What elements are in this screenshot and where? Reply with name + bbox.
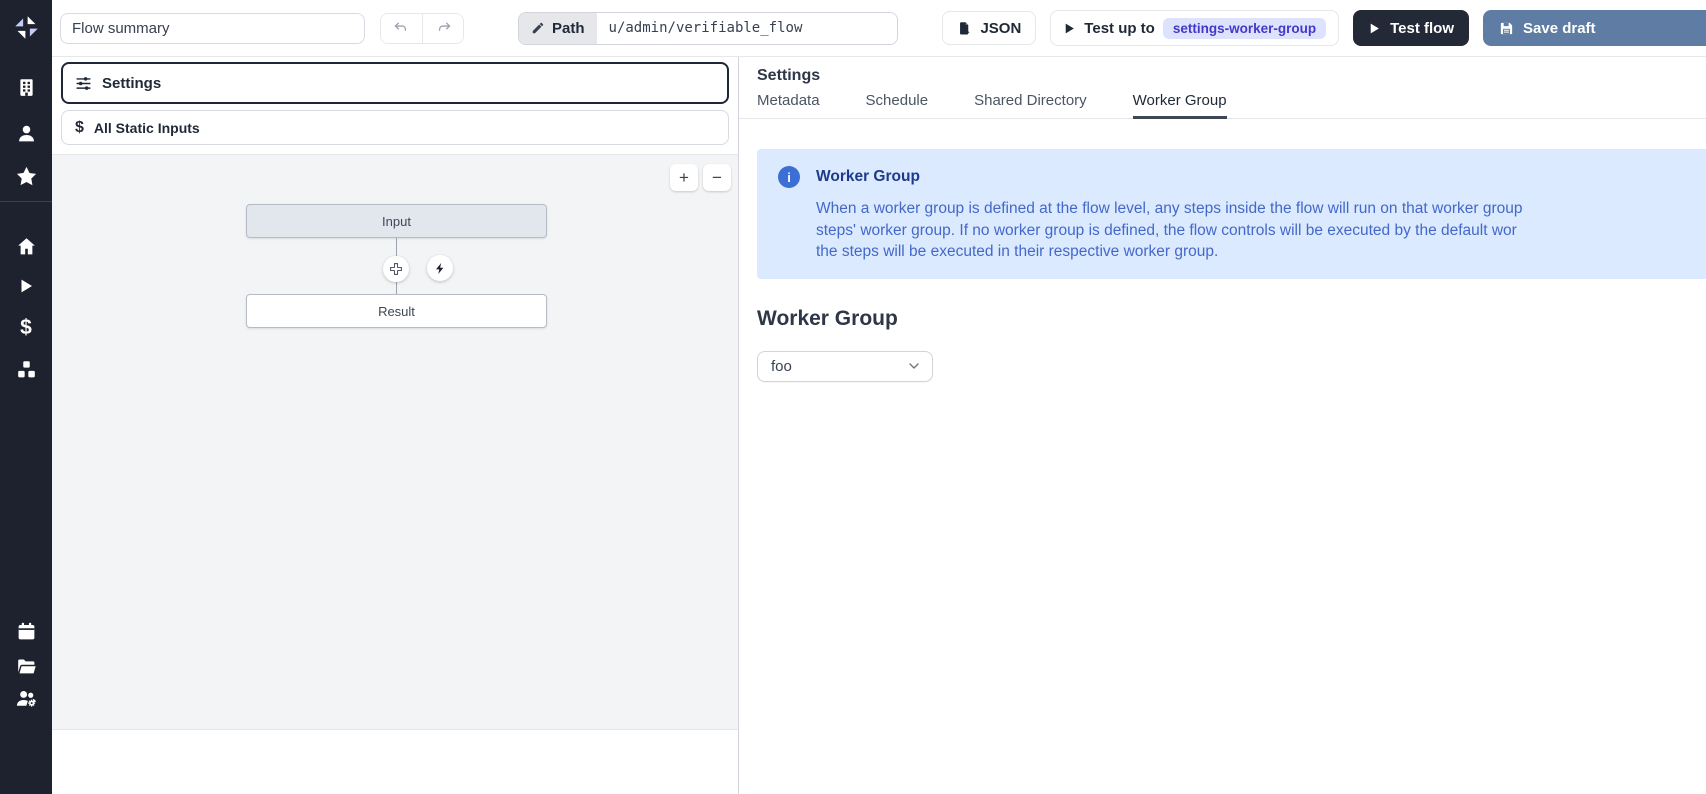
boxes-icon [16,359,37,380]
topbar: Path JSON Test up to [52,0,1706,57]
sidebar-item-user[interactable] [8,118,44,148]
windmill-logo-icon[interactable] [8,12,44,42]
user-icon [16,123,37,144]
save-icon [1499,21,1514,36]
pencil-icon [531,21,545,35]
flow-graph[interactable]: + − Input Result [52,155,738,729]
tab-schedule[interactable]: Schedule [866,92,929,118]
star-icon [15,165,38,188]
test-up-to-button[interactable]: Test up to settings-worker-group [1050,10,1339,46]
flow-panel-header: Settings $ All Static Inputs [52,57,738,155]
all-static-inputs-item[interactable]: $ All Static Inputs [61,110,729,145]
bolt-icon [434,262,447,275]
trigger-button[interactable] [427,255,453,281]
plus-cross-icon [389,262,403,276]
calendar-icon [16,621,37,642]
redo-button[interactable] [422,14,463,43]
tab-worker-group[interactable]: Worker Group [1133,92,1227,118]
sidebar-item-variables[interactable]: $ [8,313,44,343]
flow-settings-item[interactable]: Settings [61,62,729,104]
settings-panel: Settings Metadata Schedule Shared Direct… [738,57,1706,794]
play-icon [1368,22,1381,35]
sliders-icon [75,75,92,92]
tab-metadata[interactable]: Metadata [757,92,820,118]
settings-panel-title: Settings [757,67,1706,85]
sidebar-item-schedules[interactable] [8,616,44,646]
topbar-actions: JSON Test up to settings-worker-group Te… [942,10,1706,46]
flow-panel-footer [52,729,738,794]
test-up-to-label: Test up to [1084,20,1155,37]
worker-group-select-value: foo [771,358,792,375]
sidebar-item-resources[interactable] [8,354,44,384]
zoom-in-button[interactable]: + [670,164,698,191]
sidebar-item-favorites[interactable] [8,161,44,191]
test-flow-label: Test flow [1390,20,1454,37]
info-icon: i [778,166,800,188]
input-node[interactable]: Input [246,204,547,238]
undo-icon [393,20,410,37]
path-input[interactable] [597,13,897,44]
sidebar-item-runs[interactable] [8,271,44,301]
info-content: Worker Group When a worker group is defi… [816,163,1522,263]
dollar-icon: $ [20,316,32,340]
tab-shared-directory[interactable]: Shared Directory [974,92,1087,118]
sidebar-divider [0,201,52,202]
worker-group-info-box: i Worker Group When a worker group is de… [757,149,1706,279]
zoom-out-button[interactable]: − [703,164,731,191]
sidebar-item-folders[interactable] [8,651,44,681]
windmill-logo-glyph [13,14,40,41]
flow-panel: Settings $ All Static Inputs + − Input [52,57,738,794]
play-icon [17,277,35,295]
building-icon [16,77,37,98]
worker-group-badge: settings-worker-group [1163,18,1326,39]
info-text-line: steps' worker group. If no worker group … [816,220,1522,242]
worker-group-select[interactable]: foo [757,351,933,382]
home-icon [16,236,37,257]
play-icon [1063,22,1076,35]
settings-tabs: Metadata Schedule Shared Directory Worke… [739,92,1706,119]
chevron-down-icon [906,358,922,374]
add-step-button[interactable] [383,256,409,282]
redo-icon [435,20,452,37]
sidebar-item-home[interactable] [8,231,44,261]
flow-editor-app: $ [0,0,1706,794]
dollar-icon: $ [75,119,84,137]
json-button[interactable]: JSON [942,11,1036,45]
info-text-line: When a worker group is defined at the fl… [816,198,1522,220]
content: Settings $ All Static Inputs + − Input [52,57,1706,794]
undo-redo-group [380,13,464,44]
info-title: Worker Group [816,168,1522,186]
json-button-label: JSON [980,20,1021,37]
folder-open-icon [16,656,37,677]
user-group-gear-icon [15,687,38,710]
save-draft-button[interactable]: Save draft [1483,10,1706,46]
worker-group-section-title: Worker Group [757,307,1706,331]
sidebar-item-workspace[interactable] [8,72,44,102]
all-static-inputs-label: All Static Inputs [94,120,200,136]
sidebar-item-workers[interactable] [8,683,44,713]
edit-path-button[interactable]: Path [519,13,597,44]
result-node[interactable]: Result [246,294,547,328]
info-text-line: the steps will be executed in their resp… [816,241,1522,263]
path-label: Path [552,20,585,37]
flow-summary-input[interactable] [60,13,365,44]
main-area: Path JSON Test up to [52,0,1706,794]
test-flow-button[interactable]: Test flow [1353,10,1469,46]
path-group: Path [518,12,898,45]
undo-button[interactable] [381,14,422,43]
flow-settings-label: Settings [102,75,161,92]
sidebar: $ [0,0,52,794]
info-text: When a worker group is defined at the fl… [816,198,1522,263]
file-json-icon [957,21,972,36]
save-draft-label: Save draft [1523,20,1596,37]
